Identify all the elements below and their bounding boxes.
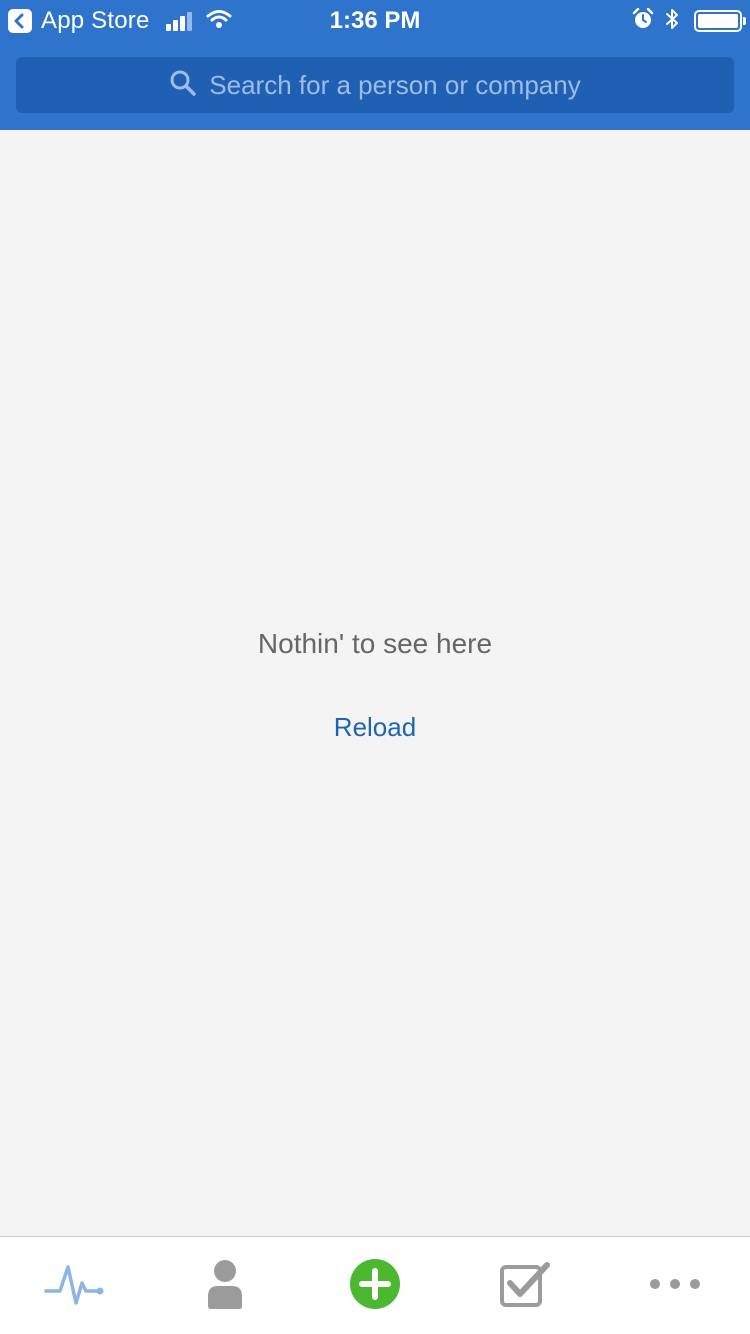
person-icon xyxy=(205,1258,245,1315)
empty-state-message: Nothin' to see here xyxy=(257,628,493,659)
main-content: Nothin' to see here Reload xyxy=(0,130,750,1236)
tab-activity[interactable] xyxy=(0,1237,150,1334)
activity-pulse-icon xyxy=(44,1259,106,1314)
search-input[interactable]: Search for a person or company xyxy=(16,57,734,113)
add-circle-icon xyxy=(349,1258,401,1315)
status-bar: App Store 1:36 PM xyxy=(0,0,750,42)
search-placeholder: Search for a person or company xyxy=(209,69,581,100)
battery-icon xyxy=(694,10,746,32)
status-right-icons xyxy=(632,7,746,36)
search-icon xyxy=(169,69,197,102)
app-header: App Store 1:36 PM Search for a person or… xyxy=(0,0,750,130)
tab-more[interactable] xyxy=(600,1237,750,1334)
checkbox-icon xyxy=(499,1261,551,1312)
alarm-icon xyxy=(632,7,654,35)
tab-bar xyxy=(0,1236,750,1334)
reload-button[interactable]: Reload xyxy=(325,712,425,743)
bluetooth-icon xyxy=(664,7,680,36)
tab-add[interactable] xyxy=(300,1237,450,1334)
tab-contacts[interactable] xyxy=(150,1237,300,1334)
more-dots-icon xyxy=(649,1277,701,1295)
tab-tasks[interactable] xyxy=(450,1237,600,1334)
